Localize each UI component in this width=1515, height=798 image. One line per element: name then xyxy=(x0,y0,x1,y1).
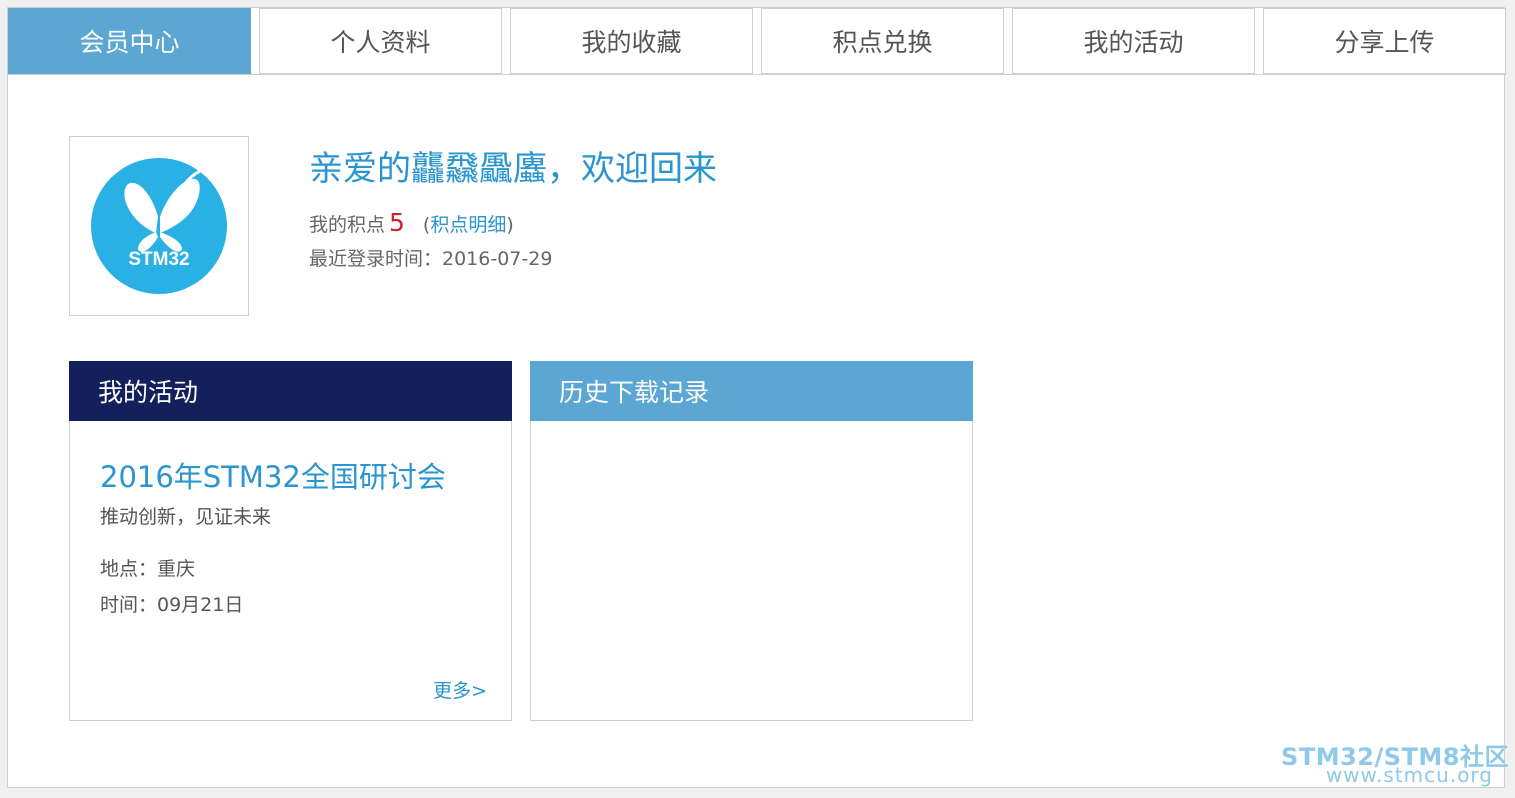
event-location: 地点：重庆 xyxy=(100,558,196,580)
tab-member-center[interactable]: 会员中心 xyxy=(8,8,251,74)
event-title-link[interactable]: 2016年STM32全国研讨会 xyxy=(100,454,446,496)
points-label: 我的积点 xyxy=(309,214,386,236)
avatar: STM32 xyxy=(69,136,249,316)
tab-points-exchange[interactable]: 积点兑换 xyxy=(761,8,1004,74)
points-value: 5 xyxy=(389,208,405,237)
stm32-logo: STM32 xyxy=(91,158,227,294)
points-row: 我的积点 5 (积点明细) xyxy=(309,208,514,237)
more-link[interactable]: 更多> xyxy=(433,676,487,703)
paren-close: ) xyxy=(506,214,514,236)
event-subtitle: 推动创新，见证未来 xyxy=(100,506,272,528)
welcome-message: 亲爱的龘飝飍蠯，欢迎回来 xyxy=(309,149,717,189)
tab-my-activities[interactable]: 我的活动 xyxy=(1012,8,1255,74)
avatar-label: STM32 xyxy=(128,249,189,270)
tab-profile[interactable]: 个人资料 xyxy=(259,8,502,74)
download-history-panel: 历史下载记录 xyxy=(530,361,973,721)
my-activities-header: 我的活动 xyxy=(69,361,512,421)
download-history-header: 历史下载记录 xyxy=(530,361,973,421)
watermark-url: www.stmcu.org xyxy=(1325,763,1493,787)
tab-favorites[interactable]: 我的收藏 xyxy=(510,8,753,74)
last-login: 最近登录时间：2016-07-29 xyxy=(309,248,553,270)
tab-share-upload[interactable]: 分享上传 xyxy=(1263,8,1506,74)
member-center-frame: 会员中心 个人资料 我的收藏 积点兑换 我的活动 分享上传 STM32 亲爱的龘… xyxy=(7,7,1506,788)
points-detail-link[interactable]: 积点明细 xyxy=(430,214,506,236)
my-activities-panel: 我的活动 2016年STM32全国研讨会 推动创新，见证未来 地点：重庆 时间：… xyxy=(69,361,512,721)
tab-bar: 会员中心 个人资料 我的收藏 积点兑换 我的活动 分享上传 xyxy=(8,8,1506,74)
tab-divider xyxy=(8,74,1506,75)
event-time: 时间：09月21日 xyxy=(100,594,244,616)
